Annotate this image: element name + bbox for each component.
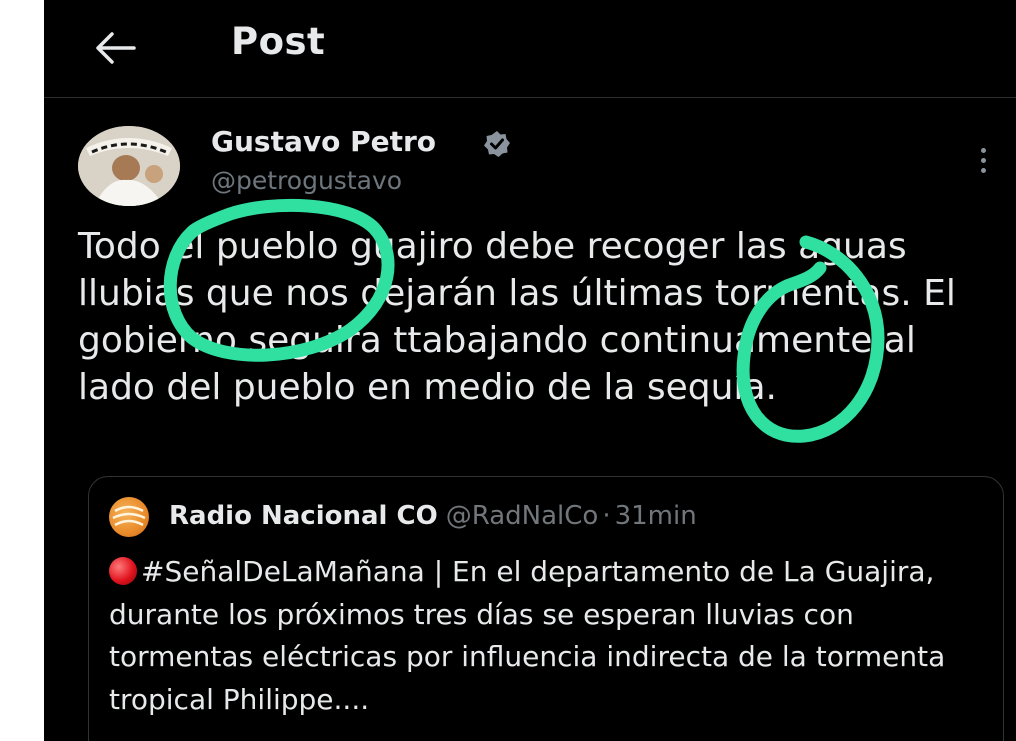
verified-badge-icon [483, 130, 511, 158]
avatar-photo [78, 126, 180, 206]
app-screen: Post Gustavo Petro @petrogustavo Todo el… [44, 0, 1016, 741]
quoted-post-text: #SeñalDeLaMañana | En el departamento de… [109, 555, 946, 716]
red-circle-icon [109, 557, 137, 585]
top-bar: Post [44, 0, 1016, 98]
more-dot [980, 167, 986, 173]
more-vertical-icon [980, 147, 986, 153]
post-text: Todo el pueblo guajiro debe recoger las … [78, 226, 956, 408]
more-options-button[interactable] [970, 140, 996, 180]
separator-dot: · [602, 501, 611, 531]
author-name[interactable]: Gustavo Petro [211, 125, 436, 158]
quoted-post-time[interactable]: 31min [615, 501, 697, 531]
quoted-author-handle[interactable]: @RadNalCo [446, 501, 599, 531]
quoted-author-name[interactable]: Radio Nacional CO [169, 501, 438, 531]
back-button[interactable] [92, 24, 140, 72]
page-title: Post [231, 20, 326, 63]
quoted-post[interactable]: Radio Nacional CO @RadNalCo · 31min #SeñalD… [88, 476, 1004, 741]
quoted-post-header: Radio Nacional CO @RadNalCo · 31min [169, 501, 697, 531]
radio-logo-icon [112, 505, 146, 527]
author-handle[interactable]: @petrogustavo [211, 166, 402, 195]
arrow-left-icon [96, 32, 136, 64]
more-dot [980, 157, 986, 163]
author-avatar[interactable] [78, 126, 180, 206]
quoted-author-avatar[interactable] [109, 497, 149, 537]
quoted-post-text-block: #SeñalDeLaMañana | En el departamento de… [109, 551, 979, 721]
